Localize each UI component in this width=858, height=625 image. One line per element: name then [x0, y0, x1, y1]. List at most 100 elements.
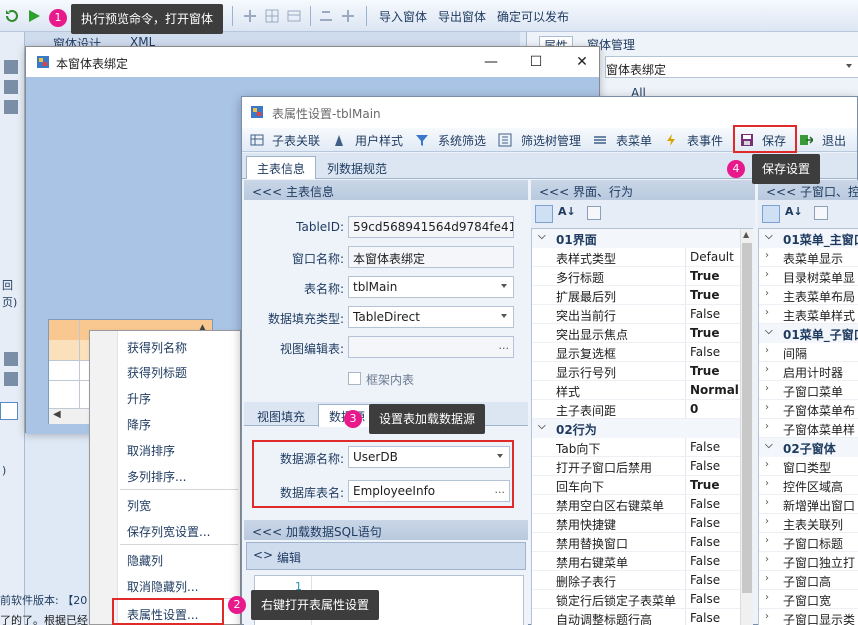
system-filter-button[interactable]: 系统筛选: [438, 132, 486, 149]
property-row[interactable]: › 子窗体菜单样: [759, 419, 858, 438]
menu-item-hide-column[interactable]: 隐藏列: [127, 552, 163, 569]
property-row[interactable]: 禁用右键菜单 False: [532, 552, 740, 571]
table-menu-button[interactable]: 表菜单: [616, 132, 652, 149]
chevron-down-icon[interactable]: ⌵: [765, 231, 773, 242]
table-event-button[interactable]: 表事件: [687, 132, 723, 149]
property-row[interactable]: › 表菜单显示: [759, 248, 858, 267]
property-row[interactable]: › 启用计时器: [759, 362, 858, 381]
ellipsis-icon[interactable]: ...: [499, 339, 510, 352]
chevron-down-icon[interactable]: ⌵: [538, 421, 546, 432]
property-value[interactable]: False: [690, 516, 720, 530]
layout-icon[interactable]: [286, 8, 302, 24]
categorized-icon[interactable]: [762, 205, 780, 223]
menu-item-unhide-column[interactable]: 取消隐藏列...: [127, 578, 198, 595]
property-row[interactable]: 表样式类型 Default: [532, 248, 740, 267]
property-row[interactable]: › 子窗口宽: [759, 590, 858, 609]
tab-view-fill[interactable]: 视图填充: [246, 404, 316, 427]
view-edit-field[interactable]: ...: [348, 336, 514, 358]
property-value[interactable]: False: [690, 459, 720, 473]
property-value[interactable]: False: [690, 307, 720, 321]
property-row[interactable]: 禁用快捷键 False: [532, 514, 740, 533]
property-row[interactable]: › 间隔: [759, 343, 858, 362]
property-row[interactable]: 自动调整标题行高 False: [532, 609, 740, 625]
property-row[interactable]: 显示复选框 False: [532, 343, 740, 362]
property-row[interactable]: › 子窗体菜单布: [759, 400, 858, 419]
property-row[interactable]: › 窗口类型: [759, 457, 858, 476]
chevron-down-icon[interactable]: ⌵: [538, 231, 546, 242]
import-window-button[interactable]: 导入窗体: [379, 8, 427, 25]
menu-item-save-column-width[interactable]: 保存列宽设置...: [127, 523, 210, 540]
menu-item-sort-desc[interactable]: 降序: [127, 416, 151, 433]
export-window-button[interactable]: 导出窗体: [438, 8, 486, 25]
chevron-right-icon[interactable]: ›: [765, 345, 769, 356]
toolbox-icon[interactable]: [4, 60, 18, 74]
property-row[interactable]: › 主表关联列: [759, 514, 858, 533]
toolbox-icon[interactable]: [4, 100, 18, 114]
property-row[interactable]: 锁定行后锁定子表菜单 False: [532, 590, 740, 609]
property-value[interactable]: False: [690, 592, 720, 606]
property-row[interactable]: › 控件区域高: [759, 476, 858, 495]
property-row[interactable]: › 目录树菜单显: [759, 267, 858, 286]
menu-item-get-column-caption[interactable]: 获得列标题: [127, 364, 187, 381]
close-icon[interactable]: ✕: [572, 53, 592, 71]
db-table-field[interactable]: EmployeeInfo ...: [348, 480, 510, 502]
property-row[interactable]: › 子窗口菜单: [759, 381, 858, 400]
property-pages-icon[interactable]: [814, 206, 828, 220]
property-value[interactable]: Normal: [690, 383, 739, 397]
chevron-right-icon[interactable]: ›: [765, 535, 769, 546]
property-value[interactable]: True: [690, 326, 719, 340]
chevron-down-icon[interactable]: ⌵: [765, 440, 773, 451]
sql-edit-bar[interactable]: <> 编辑: [246, 542, 526, 570]
property-row[interactable]: 多行标题 True: [532, 267, 740, 286]
property-value[interactable]: True: [690, 288, 719, 302]
property-row[interactable]: 突出当前行 False: [532, 305, 740, 324]
property-row[interactable]: 打开子窗口后禁用 False: [532, 457, 740, 476]
property-row[interactable]: › 新增弹出窗口: [759, 495, 858, 514]
property-value[interactable]: True: [690, 364, 719, 378]
property-value[interactable]: False: [690, 440, 720, 454]
chevron-right-icon[interactable]: ›: [765, 250, 769, 261]
property-row[interactable]: › 子窗口显示类: [759, 609, 858, 625]
chevron-right-icon[interactable]: ›: [765, 554, 769, 565]
property-category[interactable]: ⌵ 02行为: [532, 419, 740, 438]
table-id-field[interactable]: 59cd568941564d9784fe411: [348, 216, 514, 238]
property-value[interactable]: False: [690, 345, 720, 359]
property-row[interactable]: 显示行号列 True: [532, 362, 740, 381]
minimize-icon[interactable]: —: [481, 53, 501, 71]
tab-column-rules[interactable]: 列数据规范: [316, 156, 398, 179]
chevron-right-icon[interactable]: ›: [765, 478, 769, 489]
align-icon[interactable]: [242, 8, 258, 24]
menu-item-get-column-name[interactable]: 获得列名称: [127, 339, 187, 356]
sort-alpha-icon[interactable]: A↓: [558, 205, 576, 218]
property-category[interactable]: ⌵ 01菜单_主窗口: [759, 229, 858, 248]
chevron-right-icon[interactable]: ›: [765, 288, 769, 299]
property-value[interactable]: 0: [690, 402, 698, 416]
chevron-right-icon[interactable]: ›: [765, 383, 769, 394]
chevron-right-icon[interactable]: ›: [765, 516, 769, 527]
confirm-publish-button[interactable]: 确定可以发布: [497, 8, 569, 25]
property-row[interactable]: › 主表菜单样式: [759, 305, 858, 324]
toolbox-icon[interactable]: [4, 352, 18, 366]
property-row[interactable]: › 子窗口高: [759, 571, 858, 590]
chevron-right-icon[interactable]: ›: [765, 611, 769, 622]
property-row[interactable]: › 主表菜单布局: [759, 286, 858, 305]
property-row[interactable]: 突出显示焦点 True: [532, 324, 740, 343]
property-row[interactable]: 样式 Normal: [532, 381, 740, 400]
maximize-icon[interactable]: ☐: [526, 53, 546, 71]
sort-alpha-icon[interactable]: A↓: [785, 205, 803, 218]
property-row[interactable]: 扩展最后列 True: [532, 286, 740, 305]
toolbox-icon[interactable]: [4, 80, 18, 94]
ellipsis-icon[interactable]: ...: [495, 483, 506, 496]
vertical-scrollbar[interactable]: ▲: [740, 229, 753, 625]
run-preview-icon[interactable]: [26, 8, 42, 24]
property-row[interactable]: 禁用空白区右键菜单 False: [532, 495, 740, 514]
fill-type-select[interactable]: TableDirect: [348, 306, 514, 328]
subtable-link-button[interactable]: 子表关联: [272, 132, 320, 149]
property-category[interactable]: ⌵ 01界面: [532, 229, 740, 248]
tab-main-info[interactable]: 主表信息: [246, 156, 317, 179]
property-value[interactable]: Default: [690, 250, 734, 264]
scroll-left-icon[interactable]: ◀: [53, 409, 61, 420]
property-value[interactable]: False: [690, 554, 720, 568]
window-name-field[interactable]: 本窗体表绑定: [348, 246, 514, 268]
property-category[interactable]: ⌵ 02子窗体: [759, 438, 858, 457]
